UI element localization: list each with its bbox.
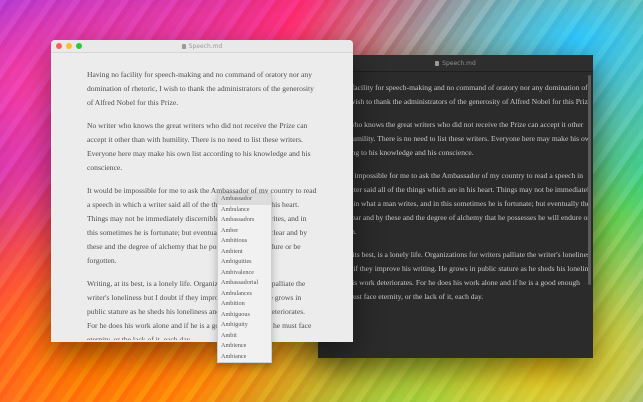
minimize-button[interactable] [66,43,72,49]
document-text[interactable]: Having no facility for speech-making and… [326,81,588,351]
autocomplete-item[interactable]: Ambiguities [218,257,271,268]
document-icon [181,43,186,49]
paragraph: Writing, at its best, is a lonely life. … [326,250,588,301]
paragraph: No writer who knows the great writers wh… [326,120,588,157]
autocomplete-item[interactable]: Ambassadorial [218,278,271,289]
autocomplete-item[interactable]: Ambiance [218,352,271,363]
autocomplete-item[interactable]: Ambulance [218,205,271,216]
zoom-button[interactable] [76,43,82,49]
autocomplete-item[interactable]: Ambitious [218,236,271,247]
autocomplete-item[interactable]: Ambassadors [218,215,271,226]
paragraph: Having no facility for speech-making and… [87,70,314,107]
paragraph: Writing, at its best, is a lonely life. … [87,279,312,340]
document-text[interactable]: Having no facility for speech-making and… [87,68,317,340]
paragraph: It would be impossible for me to ask the… [326,171,588,236]
autocomplete-item[interactable]: Ambition [218,299,271,310]
editor-window-dark[interactable]: Speech.md Having no facility for speech-… [318,55,593,358]
autocomplete-item[interactable]: Ambient [218,247,271,258]
paragraph: It would be impossible for me to ask the… [87,186,317,265]
window-titlebar[interactable]: Speech.md [318,55,593,72]
close-button[interactable] [56,43,62,49]
window-controls [56,43,82,49]
window-titlebar[interactable]: Speech.md [51,40,353,53]
window-title: Speech.md [442,59,476,67]
autocomplete-item[interactable]: Amber [218,226,271,237]
autocomplete-item[interactable]: Ambience [218,341,271,352]
autocomplete-item[interactable]: Ambassador [218,194,271,205]
autocomplete-item[interactable]: Ambiguous [218,310,271,321]
autocomplete-item[interactable]: Ambiguity [218,320,271,331]
window-title: Speech.md [188,42,223,50]
autocomplete-item[interactable]: Ambivalence [218,268,271,279]
autocomplete-item[interactable]: Ambit [218,331,271,342]
editor-window-light[interactable]: Speech.md Having no facility for speech-… [51,40,353,342]
document-icon [435,60,440,66]
autocomplete-popup[interactable]: Ambassador Ambulance Ambassadors Amber A… [217,193,272,363]
paragraph: No writer who knows the great writers wh… [87,121,311,172]
vertical-scrollbar[interactable] [588,75,591,285]
autocomplete-item[interactable]: Ambulances [218,289,271,300]
paragraph: Having no facility for speech-making and… [326,83,588,106]
